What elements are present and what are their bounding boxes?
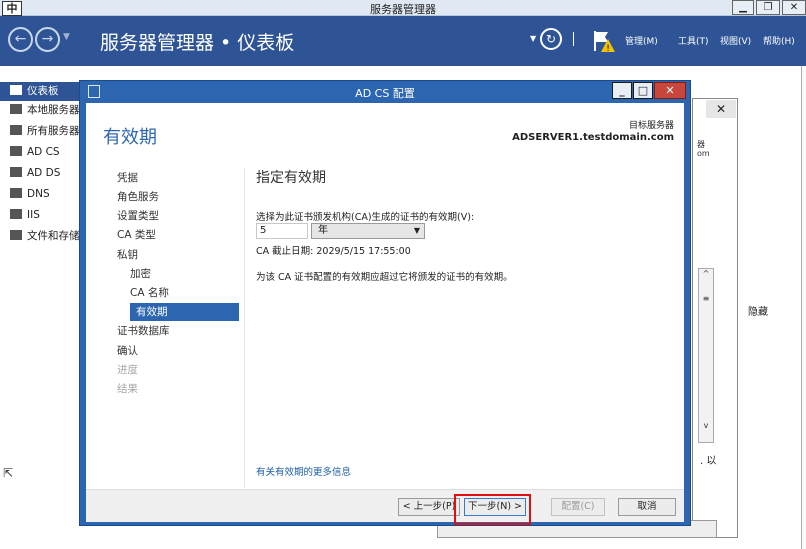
sidebar-item-all-servers[interactable]: 所有服务器 [0, 122, 84, 141]
dialog-close-button[interactable]: ✕ [654, 82, 686, 99]
sidebar-item-file-storage[interactable]: 文件和存储服务 [0, 227, 84, 246]
validity-period-input[interactable]: 5 [256, 223, 308, 239]
adcs-icon [10, 146, 22, 156]
background-cut-text: 器 om [697, 140, 710, 158]
dialog-minimize-button[interactable]: _ [612, 82, 632, 99]
background-cut-text-2: . 以 [700, 456, 717, 467]
sidebar-item-adcs[interactable]: AD CS [0, 143, 84, 162]
dialog-title: AD CS 配置 [355, 87, 415, 100]
sidebar-item-local-server[interactable]: 本地服务器 [0, 101, 84, 120]
menu-tools[interactable]: 工具(T) [678, 34, 709, 47]
menu-view[interactable]: 视图(V) [720, 34, 751, 47]
dialog-titlebar: AD CS 配置 _ □ ✕ [80, 81, 690, 103]
sidebar-item-adds[interactable]: AD DS [0, 164, 84, 183]
nav-role-services[interactable]: 角色服务 [117, 188, 239, 206]
forward-arrow-icon[interactable]: → [35, 27, 60, 52]
nav-certificate-database[interactable]: 证书数据库 [117, 322, 239, 340]
scroll-thumb-icon[interactable]: ≡ [699, 294, 713, 303]
nav-results: 结果 [117, 383, 138, 395]
servers-icon [10, 125, 22, 135]
hide-link[interactable]: 隐藏 [748, 303, 768, 318]
sidebar-item-iis[interactable]: IIS [0, 206, 84, 225]
refresh-icon[interactable]: ↻ [540, 28, 562, 50]
menu-help[interactable]: 帮助(H) [763, 34, 795, 47]
page-title: 有效期 [103, 127, 157, 148]
background-right-edge [801, 66, 806, 549]
window-title: 服务器管理器 [370, 3, 436, 16]
scroll-up-icon[interactable]: ^ [699, 269, 713, 278]
chevron-down-icon: ▼ [413, 226, 420, 235]
mouse-cursor-icon: ⇱ [3, 466, 14, 480]
ca-expiry-date: CA 截止日期: 2029/5/15 17:55:00 [256, 246, 411, 257]
next-button-highlight [454, 494, 531, 525]
adds-icon [10, 167, 22, 177]
history-dropdown-icon[interactable]: ▼ [63, 32, 70, 42]
dialog-footer: < 上一步(P) 下一步(N) > 配置(C) 取消 [86, 489, 684, 522]
breadcrumb: 服务器管理器 • 仪表板 [100, 32, 295, 54]
nav-ca-type[interactable]: CA 类型 [117, 226, 239, 244]
iis-icon [10, 209, 22, 219]
validity-notice: 为该 CA 证书配置的有效期应超过它将颁发的证书的有效期。 [256, 272, 513, 283]
scroll-down-icon[interactable]: v [699, 421, 713, 430]
server-manager-header: ← → ▼ 服务器管理器 • 仪表板 ▼ ↻ ! 管理(M) 工具(T) 视图(… [0, 16, 806, 66]
background-close-button[interactable]: ✕ [706, 100, 736, 118]
sidebar-item-dns[interactable]: DNS [0, 185, 84, 204]
nav-confirmation[interactable]: 确认 [117, 342, 239, 360]
close-button[interactable]: ✕ [782, 0, 806, 15]
dns-icon [10, 188, 22, 198]
back-arrow-icon[interactable]: ← [8, 27, 33, 52]
cancel-button[interactable]: 取消 [618, 498, 676, 516]
section-title: 指定有效期 [256, 170, 326, 186]
sidebar-item-dashboard[interactable]: 仪表板 [0, 82, 84, 101]
header-separator [573, 32, 574, 46]
validity-prompt: 选择为此证书颁发机构(CA)生成的证书的有效期(V): [256, 212, 475, 223]
nav-private-key[interactable]: 私钥 [117, 246, 239, 264]
nav-progress: 进度 [117, 364, 138, 376]
maximize-button[interactable]: ❐ [756, 0, 780, 15]
target-server-value: ADSERVER1.testdomain.com [512, 132, 674, 143]
adcs-config-dialog: AD CS 配置 _ □ ✕ 有效期 目标服务器 ADSERVER1.testd… [79, 80, 691, 526]
configure-button: 配置(C) [551, 498, 605, 516]
nav-divider [244, 168, 245, 488]
svg-text:!: ! [606, 44, 610, 53]
notification-flag-icon[interactable]: ! [592, 29, 616, 53]
validity-unit-select[interactable]: 年 ▼ [311, 223, 425, 239]
server-manager-titlebar: 中 服务器管理器 ▁ ❐ ✕ [0, 0, 806, 16]
server-icon [10, 104, 22, 114]
dialog-maximize-button[interactable]: □ [633, 82, 653, 99]
nav-setup-type[interactable]: 设置类型 [117, 207, 239, 225]
nav-cryptography[interactable]: 加密 [130, 265, 239, 283]
refresh-dropdown-icon[interactable]: ▼ [530, 34, 536, 43]
menu-manage[interactable]: 管理(M) [625, 34, 658, 47]
minimize-button[interactable]: ▁ [732, 0, 754, 15]
target-server-label: 目标服务器 [628, 121, 674, 131]
nav-validity-period[interactable]: 有效期 [130, 303, 239, 321]
nav-ca-name[interactable]: CA 名称 [130, 284, 239, 302]
dashboard-icon [10, 85, 22, 95]
previous-button[interactable]: < 上一步(P) [398, 498, 460, 516]
nav-credentials[interactable]: 凭据 [117, 169, 239, 187]
more-info-link[interactable]: 有关有效期的更多信息 [256, 464, 351, 478]
storage-icon [10, 230, 22, 240]
dialog-body: 有效期 目标服务器 ADSERVER1.testdomain.com 凭据 角色… [86, 103, 684, 489]
background-scrollbar[interactable]: ^ ≡ v [698, 268, 714, 443]
